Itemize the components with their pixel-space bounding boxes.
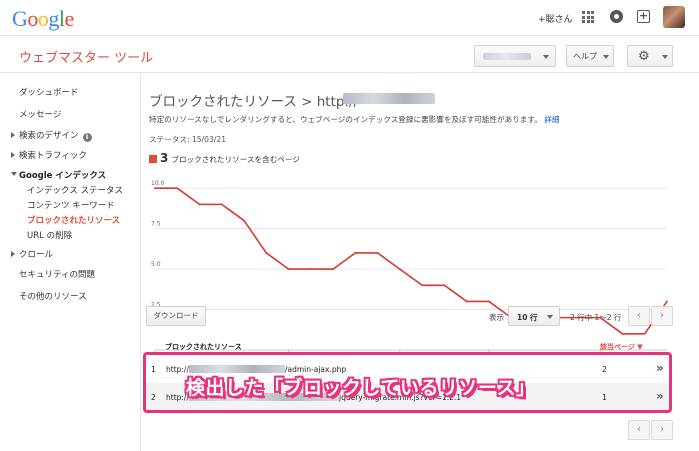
details-link[interactable]: 詳細 — [544, 115, 559, 124]
prev-page-button-bottom[interactable]: ‹ — [628, 420, 650, 440]
sidebar-item-remove-urls[interactable]: URL の削除 — [27, 229, 72, 241]
legend-label: ブロックされたリソースを含むページ — [171, 155, 300, 164]
data-point — [376, 252, 379, 254]
data-point — [465, 300, 468, 303]
legend-count: 3 — [160, 151, 169, 165]
sidebar-item-google-index[interactable]: Google インデックス — [19, 169, 106, 181]
sidebar-item-dashboard[interactable]: ダッシュボード — [19, 86, 79, 98]
prev-page-button[interactable]: ‹ — [628, 306, 650, 326]
sidebar-item-blocked-resources[interactable]: ブロックされたリソース — [27, 214, 120, 226]
data-point — [354, 252, 357, 254]
y-tick-label: 7.5 — [151, 221, 161, 228]
data-point — [265, 252, 268, 254]
annotation-callout: 検出した「ブロックしているリソース」 — [186, 377, 536, 399]
data-point — [220, 203, 223, 206]
info-icon[interactable]: i — [82, 133, 92, 142]
column-header-resource[interactable]: ブロックされたリソース — [165, 342, 242, 352]
chevron-down-icon — [543, 55, 549, 59]
sidebar-item-messages[interactable]: メッセージ — [19, 108, 61, 120]
data-point — [332, 268, 334, 270]
column-header-pages[interactable]: 該当ページ ▼ — [600, 342, 643, 352]
expand-down-icon[interactable] — [11, 172, 17, 176]
next-page-button[interactable]: › — [651, 306, 673, 326]
data-point — [443, 284, 446, 287]
user-profile-link[interactable]: +聡さん — [538, 12, 573, 25]
data-point — [621, 332, 624, 335]
next-page-button-bottom[interactable]: › — [651, 420, 673, 440]
sidebar-item-search-appearance[interactable]: 検索のデザイン i — [19, 129, 92, 142]
top-bar: Google +聡さん + — [0, 0, 699, 36]
sidebar-item-other-resources[interactable]: その他のリソース — [19, 290, 87, 302]
pagination-text: 2 行中 1～2 行 — [570, 313, 622, 322]
data-point — [666, 300, 668, 303]
download-button[interactable]: ダウンロード — [146, 306, 206, 326]
apps-grid-icon[interactable] — [582, 11, 594, 23]
share-plus-icon[interactable]: + — [637, 10, 650, 23]
rows-shown-label: 表示 — [489, 313, 504, 322]
site-name-blurred — [483, 53, 531, 60]
product-title[interactable]: ウェブマスター ツール — [19, 47, 153, 66]
avatar[interactable] — [663, 6, 685, 28]
rows-per-page-select[interactable]: 10 行 — [508, 306, 560, 326]
site-selector[interactable] — [474, 45, 556, 67]
site-url-blurred — [343, 93, 435, 104]
data-point — [198, 203, 201, 206]
chevron-down-icon — [603, 55, 609, 59]
data-point — [243, 219, 245, 222]
sidebar-item-crawl[interactable]: クロール — [19, 248, 53, 260]
sidebar-item-security[interactable]: セキュリティの問題 — [19, 268, 95, 280]
chevron-down-icon — [547, 315, 553, 319]
settings-button[interactable]: ⚙ — [627, 45, 673, 67]
sidebar: ダッシュボード メッセージ 検索のデザイン i 検索トラフィック Google イ… — [0, 74, 140, 451]
google-logo[interactable]: Google — [12, 6, 74, 32]
chevron-down-icon — [662, 55, 668, 59]
data-point — [287, 268, 290, 270]
gear-icon: ⚙ — [638, 49, 650, 64]
page-description: 特定のリソースなしでレンダリングすると、ウェブページのインデックス登録に悪影響を… — [149, 115, 560, 124]
sidebar-item-search-traffic[interactable]: 検索トラフィック — [19, 149, 87, 161]
y-tick-label: 5.0 — [151, 261, 161, 268]
data-point — [421, 284, 424, 287]
expand-right-icon[interactable] — [11, 152, 15, 158]
data-point — [309, 268, 312, 270]
notifications-icon[interactable] — [610, 10, 623, 23]
data-point — [176, 187, 179, 190]
help-button[interactable]: ヘルプ — [566, 45, 614, 67]
y-tick-label: 10.0 — [151, 180, 165, 187]
page-title: ブロックされたリソース > http:// — [149, 94, 359, 110]
expand-right-icon[interactable] — [11, 251, 15, 257]
sidebar-item-content-keywords[interactable]: コンテンツ キーワード — [27, 199, 115, 211]
expand-right-icon[interactable] — [11, 132, 15, 138]
data-point — [488, 300, 490, 303]
chart-legend: 3 ブロックされたリソースを含むページ — [149, 151, 300, 165]
status-date: ステータス: 15/03/21 — [149, 135, 227, 144]
legend-swatch — [149, 155, 157, 163]
data-point — [398, 268, 401, 270]
data-point — [154, 187, 156, 190]
data-point — [643, 332, 646, 335]
sidebar-item-index-status[interactable]: インデックス ステータス — [27, 184, 123, 196]
